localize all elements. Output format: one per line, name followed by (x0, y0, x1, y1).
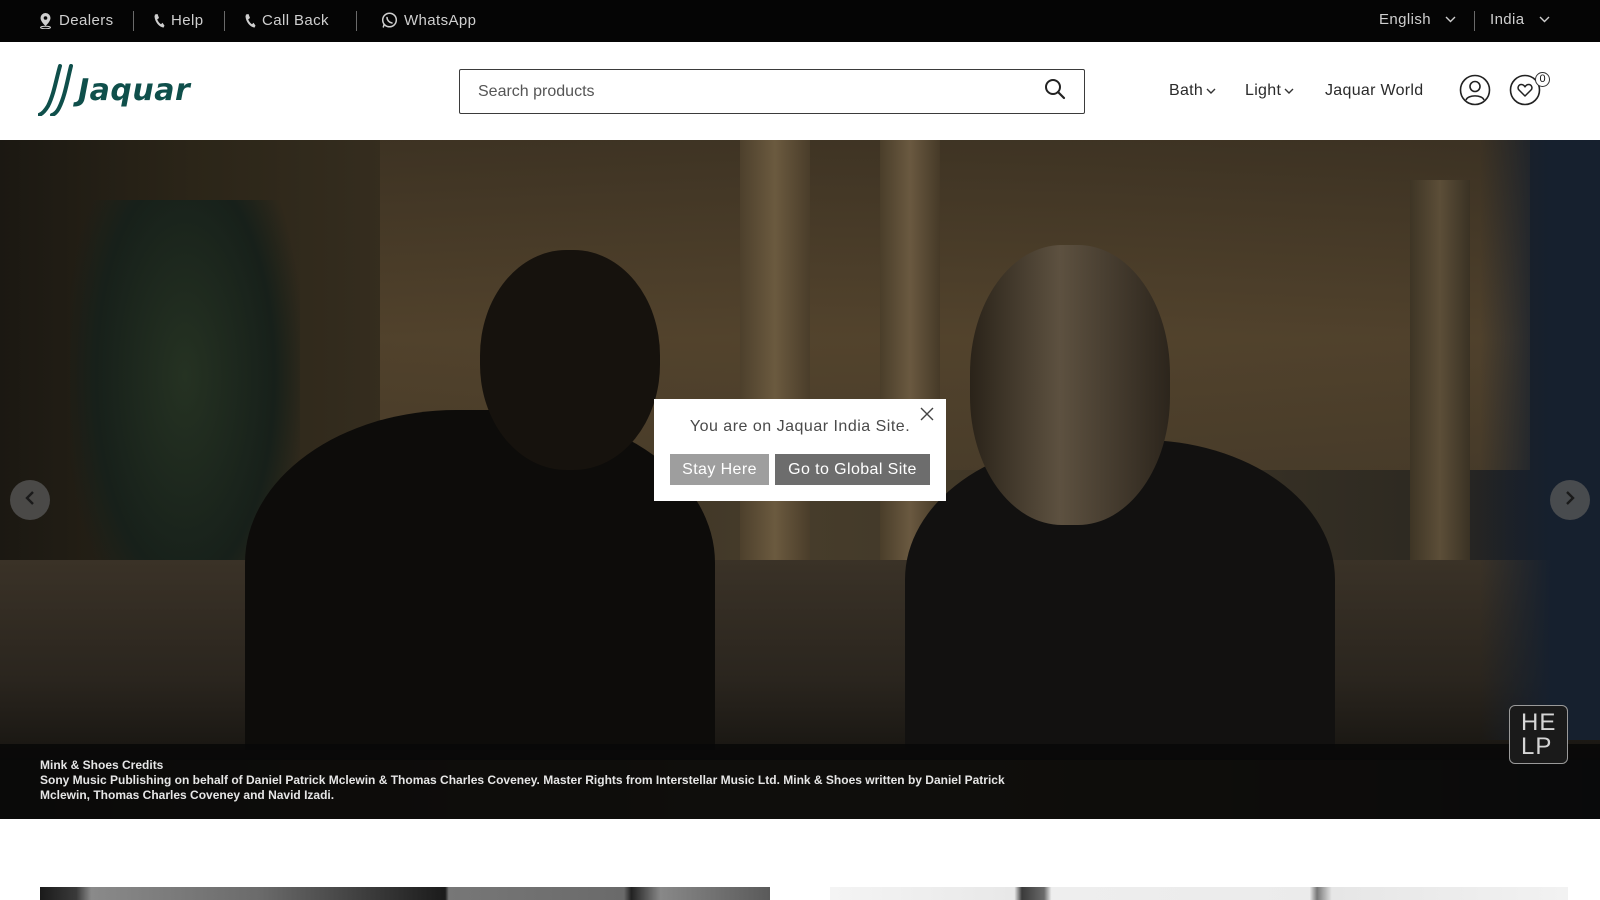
modal-message: You are on Jaquar India Site. (689, 418, 911, 435)
language-value: English (1379, 11, 1431, 28)
person-silhouette-left (245, 410, 715, 750)
nav-jaquar-world-label: Jaquar World (1325, 82, 1424, 99)
close-icon[interactable] (920, 407, 934, 426)
search-icon[interactable] (1044, 78, 1066, 105)
whatsapp-label: WhatsApp (404, 12, 477, 29)
chevron-right-icon (1564, 490, 1576, 511)
dealers-link[interactable]: Dealers (38, 12, 114, 29)
chevron-left-icon (24, 490, 36, 511)
background-right-night (1480, 140, 1600, 740)
call-back-link[interactable]: Call Back (244, 12, 329, 29)
logo-wordmark: Jaquar (78, 73, 191, 108)
country-value: India (1490, 11, 1525, 28)
background-column (740, 140, 810, 600)
chevron-down-icon (1445, 16, 1456, 23)
chevron-down-icon (1206, 82, 1216, 100)
background-column (1410, 180, 1470, 600)
nav-bath-label: Bath (1169, 82, 1204, 99)
background-steps (0, 560, 1600, 760)
divider (224, 11, 225, 31)
go-to-global-site-button[interactable]: Go to Global Site (775, 454, 930, 485)
stay-here-button[interactable]: Stay Here (670, 454, 769, 485)
divider (133, 11, 134, 31)
person-head-right (970, 245, 1170, 525)
help-label-line2: LP (1521, 733, 1553, 760)
phone-icon (244, 13, 256, 29)
location-pin-icon (38, 12, 53, 29)
caption-title: Mink & Shoes Credits (40, 758, 164, 772)
main-header: Jaquar Bath Light Jaquar World 0 (0, 42, 1600, 140)
caption-body: Sony Music Publishing on behalf of Danie… (40, 773, 1005, 802)
search-input[interactable] (478, 82, 1044, 101)
featured-image-right[interactable] (830, 887, 1568, 900)
phone-icon (153, 13, 165, 29)
nav-light-label: Light (1245, 82, 1282, 99)
carousel-next-button[interactable] (1550, 480, 1590, 520)
jaquar-j-mark-icon (38, 64, 73, 116)
whatsapp-icon (381, 12, 398, 29)
nav-light[interactable]: Light (1245, 82, 1294, 100)
person-head-left (480, 250, 660, 470)
country-select[interactable]: India (1490, 11, 1550, 28)
divider (356, 11, 357, 31)
background-column (880, 140, 940, 570)
wishlist-count-badge: 0 (1535, 72, 1550, 87)
nav-jaquar-world[interactable]: Jaquar World (1325, 82, 1423, 100)
chevron-down-icon (1284, 82, 1294, 100)
featured-image-left[interactable] (40, 887, 770, 900)
search-box (459, 69, 1085, 114)
jaquar-logo[interactable]: Jaquar (38, 64, 190, 116)
video-credits-caption: Mink & Shoes Credits Sony Music Publishi… (0, 744, 1600, 819)
language-select[interactable]: English (1379, 11, 1456, 28)
help-label: Help (171, 12, 204, 29)
carousel-prev-button[interactable] (10, 480, 50, 520)
help-label-line1: HE (1521, 709, 1557, 736)
help-link[interactable]: Help (153, 12, 203, 29)
nav-bath[interactable]: Bath (1169, 82, 1216, 100)
dealers-label: Dealers (59, 12, 114, 29)
divider (1474, 11, 1475, 31)
site-redirect-modal: You are on Jaquar India Site. Stay Here … (654, 399, 946, 501)
help-widget-button[interactable]: HE LP (1509, 705, 1568, 764)
whatsapp-link[interactable]: WhatsApp (381, 12, 476, 29)
top-utility-bar: Dealers Help Call Back WhatsApp English … (0, 0, 1600, 42)
call-back-label: Call Back (262, 12, 329, 29)
account-icon[interactable] (1459, 74, 1491, 111)
chevron-down-icon (1539, 16, 1550, 23)
